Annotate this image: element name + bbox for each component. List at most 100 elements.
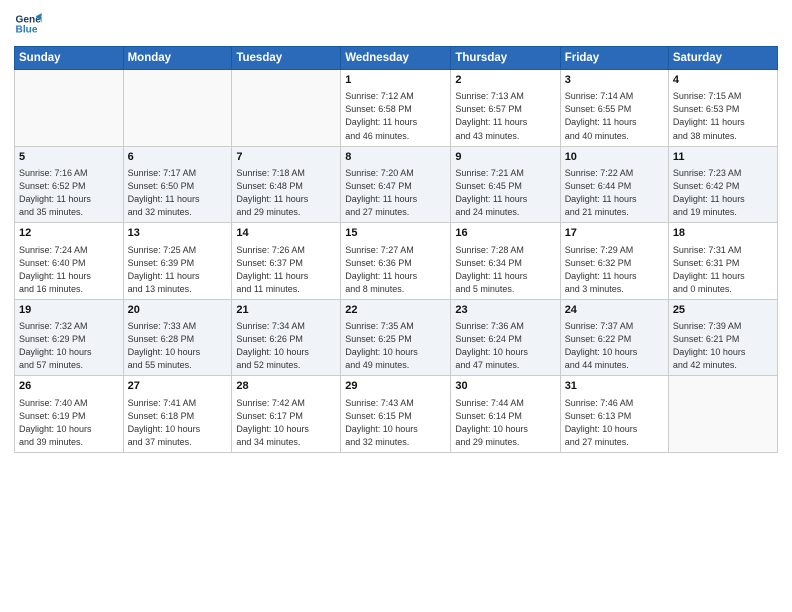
day-info: Sunrise: 7:28 AM Sunset: 6:34 PM Dayligh… [455,244,555,296]
day-number: 26 [19,379,119,394]
day-number: 30 [455,379,555,394]
day-number: 19 [19,303,119,318]
day-number: 7 [236,150,336,165]
calendar-header-row: SundayMondayTuesdayWednesdayThursdayFrid… [15,47,778,70]
day-cell: 15Sunrise: 7:27 AM Sunset: 6:36 PM Dayli… [341,223,451,300]
day-cell [15,70,124,147]
header-monday: Monday [123,47,232,70]
day-info: Sunrise: 7:26 AM Sunset: 6:37 PM Dayligh… [236,244,336,296]
day-cell: 21 Sunrise: 7:34 AM Sunset: 6:26 PM Dayli… [232,299,341,376]
header-sunday: Sunday [15,47,124,70]
page: General Blue SundayMondayTuesdayWednesda… [0,0,792,612]
day-number: 23 [455,303,555,318]
day-cell: 1 Sunrise: 7:12 AM Sunset: 6:58 PM Daylig… [341,70,451,147]
day-cell: 22Sunrise: 7:35 AM Sunset: 6:25 PM Dayli… [341,299,451,376]
day-cell: 20 Sunrise: 7:33 AM Sunset: 6:28 PM Dayli… [123,299,232,376]
day-info: Sunrise: 7:16 AM Sunset: 6:52 PM Dayligh… [19,167,119,219]
day-info: Sunrise: 7:40 AM Sunset: 6:19 PM Dayligh… [19,397,119,449]
day-number: 10 [565,150,664,165]
day-number: 29 [345,379,446,394]
day-cell: 26 Sunrise: 7:40 AM Sunset: 6:19 PM Dayli… [15,376,124,453]
day-info: Sunrise: 7:34 AM Sunset: 6:26 PM Dayligh… [236,320,336,372]
day-number: 24 [565,303,664,318]
header-friday: Friday [560,47,668,70]
day-info: Sunrise: 7:18 AM Sunset: 6:48 PM Dayligh… [236,167,336,219]
day-number: 28 [236,379,336,394]
day-cell [123,70,232,147]
logo-icon: General Blue [14,10,42,38]
day-info: Sunrise: 7:15 AM Sunset: 6:53 PM Dayligh… [673,90,773,142]
day-cell: 24Sunrise: 7:37 AM Sunset: 6:22 PM Dayli… [560,299,668,376]
day-cell: 17 Sunrise: 7:29 AM Sunset: 6:32 PM Dayli… [560,223,668,300]
day-cell: 16 Sunrise: 7:28 AM Sunset: 6:34 PM Dayli… [451,223,560,300]
day-cell [232,70,341,147]
day-cell: 19 Sunrise: 7:32 AM Sunset: 6:29 PM Dayli… [15,299,124,376]
day-info: Sunrise: 7:12 AM Sunset: 6:58 PM Dayligh… [345,90,446,142]
day-number: 14 [236,226,336,241]
day-number: 27 [128,379,228,394]
day-info: Sunrise: 7:35 AM Sunset: 6:25 PM Dayligh… [345,320,446,372]
day-number: 18 [673,226,773,241]
week-row-3: 19 Sunrise: 7:32 AM Sunset: 6:29 PM Dayli… [15,299,778,376]
day-info: Sunrise: 7:42 AM Sunset: 6:17 PM Dayligh… [236,397,336,449]
day-info: Sunrise: 7:43 AM Sunset: 6:15 PM Dayligh… [345,397,446,449]
day-cell [668,376,777,453]
day-info: Sunrise: 7:20 AM Sunset: 6:47 PM Dayligh… [345,167,446,219]
day-info: Sunrise: 7:41 AM Sunset: 6:18 PM Dayligh… [128,397,228,449]
day-cell: 18Sunrise: 7:31 AM Sunset: 6:31 PM Dayli… [668,223,777,300]
day-number: 2 [455,73,555,88]
day-info: Sunrise: 7:39 AM Sunset: 6:21 PM Dayligh… [673,320,773,372]
day-number: 15 [345,226,446,241]
day-number: 1 [345,73,446,88]
day-number: 25 [673,303,773,318]
day-cell: 11 Sunrise: 7:23 AM Sunset: 6:42 PM Dayli… [668,146,777,223]
day-cell: 7 Sunrise: 7:18 AM Sunset: 6:48 PM Daylig… [232,146,341,223]
day-number: 13 [128,226,228,241]
day-info: Sunrise: 7:23 AM Sunset: 6:42 PM Dayligh… [673,167,773,219]
day-cell: 13 Sunrise: 7:25 AM Sunset: 6:39 PM Dayli… [123,223,232,300]
day-cell: 12Sunrise: 7:24 AM Sunset: 6:40 PM Dayli… [15,223,124,300]
day-number: 31 [565,379,664,394]
day-cell: 29 Sunrise: 7:43 AM Sunset: 6:15 PM Dayli… [341,376,451,453]
svg-text:Blue: Blue [16,25,38,36]
day-info: Sunrise: 7:36 AM Sunset: 6:24 PM Dayligh… [455,320,555,372]
day-cell: 5 Sunrise: 7:16 AM Sunset: 6:52 PM Daylig… [15,146,124,223]
day-cell: 30 Sunrise: 7:44 AM Sunset: 6:14 PM Dayli… [451,376,560,453]
day-number: 17 [565,226,664,241]
header-thursday: Thursday [451,47,560,70]
header-wednesday: Wednesday [341,47,451,70]
day-number: 11 [673,150,773,165]
day-cell: 23 Sunrise: 7:36 AM Sunset: 6:24 PM Dayli… [451,299,560,376]
day-number: 9 [455,150,555,165]
day-info: Sunrise: 7:29 AM Sunset: 6:32 PM Dayligh… [565,244,664,296]
day-info: Sunrise: 7:32 AM Sunset: 6:29 PM Dayligh… [19,320,119,372]
week-row-2: 12Sunrise: 7:24 AM Sunset: 6:40 PM Dayli… [15,223,778,300]
day-info: Sunrise: 7:14 AM Sunset: 6:55 PM Dayligh… [565,90,664,142]
day-info: Sunrise: 7:17 AM Sunset: 6:50 PM Dayligh… [128,167,228,219]
header: General Blue [14,10,778,38]
header-tuesday: Tuesday [232,47,341,70]
day-cell: 3 Sunrise: 7:14 AM Sunset: 6:55 PM Daylig… [560,70,668,147]
day-cell: 2 Sunrise: 7:13 AM Sunset: 6:57 PM Daylig… [451,70,560,147]
day-cell: 14 Sunrise: 7:26 AM Sunset: 6:37 PM Dayli… [232,223,341,300]
day-number: 20 [128,303,228,318]
day-number: 5 [19,150,119,165]
day-number: 6 [128,150,228,165]
day-number: 16 [455,226,555,241]
day-cell: 10Sunrise: 7:22 AM Sunset: 6:44 PM Dayli… [560,146,668,223]
day-info: Sunrise: 7:13 AM Sunset: 6:57 PM Dayligh… [455,90,555,142]
day-info: Sunrise: 7:24 AM Sunset: 6:40 PM Dayligh… [19,244,119,296]
day-number: 4 [673,73,773,88]
day-info: Sunrise: 7:21 AM Sunset: 6:45 PM Dayligh… [455,167,555,219]
day-cell: 6 Sunrise: 7:17 AM Sunset: 6:50 PM Daylig… [123,146,232,223]
day-info: Sunrise: 7:25 AM Sunset: 6:39 PM Dayligh… [128,244,228,296]
day-info: Sunrise: 7:33 AM Sunset: 6:28 PM Dayligh… [128,320,228,372]
day-cell: 27 Sunrise: 7:41 AM Sunset: 6:18 PM Dayli… [123,376,232,453]
header-saturday: Saturday [668,47,777,70]
day-info: Sunrise: 7:44 AM Sunset: 6:14 PM Dayligh… [455,397,555,449]
day-number: 21 [236,303,336,318]
calendar-table: SundayMondayTuesdayWednesdayThursdayFrid… [14,46,778,453]
day-info: Sunrise: 7:46 AM Sunset: 6:13 PM Dayligh… [565,397,664,449]
day-cell: 25 Sunrise: 7:39 AM Sunset: 6:21 PM Dayli… [668,299,777,376]
day-number: 3 [565,73,664,88]
